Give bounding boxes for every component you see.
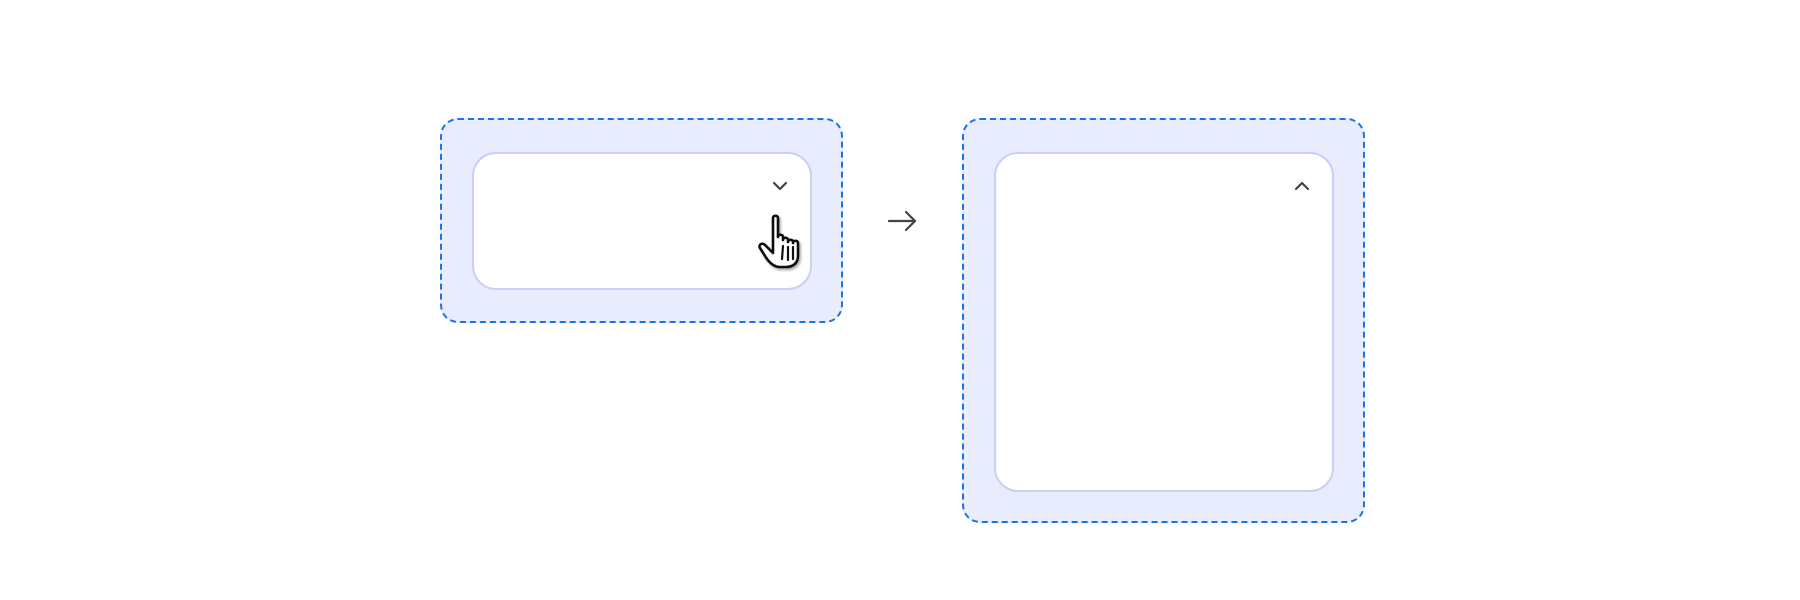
chevron-up-icon[interactable] bbox=[1292, 176, 1312, 196]
chevron-down-icon[interactable] bbox=[770, 176, 790, 196]
hand-cursor-icon bbox=[758, 214, 800, 269]
diagram-canvas bbox=[0, 0, 1800, 600]
arrow-right-icon bbox=[887, 210, 917, 232]
expanded-state-frame bbox=[962, 118, 1365, 523]
expanded-card[interactable] bbox=[994, 152, 1334, 492]
